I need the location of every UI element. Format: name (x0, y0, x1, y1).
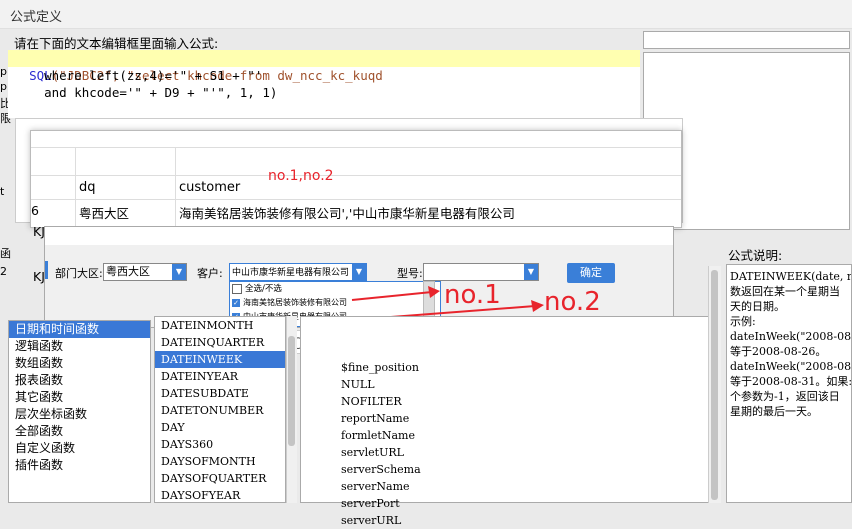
param-item[interactable]: $fine_position (341, 359, 421, 376)
category-item[interactable]: 自定义函数 (9, 440, 150, 457)
category-item[interactable]: 插件函数 (9, 457, 150, 474)
chevron-down-icon: ▼ (524, 264, 538, 280)
param-item[interactable]: reportName (341, 410, 421, 427)
confirm-button[interactable]: 确定 (567, 263, 615, 283)
scrollbar-thumb[interactable] (711, 270, 718, 500)
function-item[interactable]: DAYSOFQUARTER (155, 470, 285, 487)
edge-char: p (0, 65, 7, 78)
edge-char: 2 (0, 265, 7, 278)
function-item[interactable]: DAYS360 (155, 436, 285, 453)
param-list-scrollbar[interactable] (708, 266, 721, 503)
description-line: 天的日期。 (730, 300, 785, 313)
description-line: 等于2008-08-31。如果: (730, 375, 852, 388)
function-item[interactable]: DATESUBDATE (155, 385, 285, 402)
edge-char: 函 (0, 247, 11, 260)
description-line: 等于2008-08-26。 (730, 345, 827, 358)
checkbox-icon[interactable] (232, 283, 242, 294)
category-item[interactable]: 逻辑函数 (9, 338, 150, 355)
model-label: 型号: (397, 267, 423, 280)
customer-value: 中山市康华新星电器有限公司 (232, 268, 350, 278)
param-item[interactable]: NOFILTER (341, 393, 421, 410)
description-line: dateInWeek("2008-08- (730, 360, 852, 373)
function-item[interactable]: DAY (155, 419, 285, 436)
dept-label: 部门大区: (55, 267, 103, 280)
option-label: 全选/不选 (245, 284, 282, 294)
right-top-field[interactable] (643, 31, 850, 49)
code-line-2: where left(zz,4)='" + S1 + "' (14, 68, 263, 83)
description-line: DATEINWEEK(date, numb (730, 270, 851, 283)
dept-value: 粤西大区 (106, 265, 150, 278)
param-item[interactable]: NULL (341, 376, 421, 393)
window-title: 公式定义 (10, 10, 63, 25)
dept-select[interactable]: 粤西大区 ▼ (103, 263, 187, 281)
row-id: 6 (31, 203, 39, 218)
checkbox-checked-icon[interactable]: ✓ (232, 298, 240, 307)
function-item[interactable]: DATEINMONTH (155, 317, 285, 334)
param-items: $fine_position NULL NOFILTER reportName … (341, 359, 421, 529)
function-item[interactable]: DATETONUMBER (155, 402, 285, 419)
function-list: DATEINMONTH DATEINQUARTER DATEINWEEK DAT… (154, 316, 286, 503)
customer-label: 客户: (197, 267, 223, 280)
param-item[interactable]: serverPort (341, 495, 421, 512)
arrow-no2-head (531, 300, 544, 312)
category-item[interactable]: 日期和时间函数 (9, 321, 150, 338)
annotation-no1: no.1 (444, 280, 501, 310)
description-line: dateInWeek("2008-08- (730, 330, 852, 343)
function-item[interactable]: DAYSOFYEAR (155, 487, 285, 504)
category-item[interactable]: 其它函数 (9, 389, 150, 406)
function-list-scrollbar[interactable] (286, 316, 297, 503)
row-customer: 海南美铭居装饰装修有限公司','中山市康华新星电器有限公司 (179, 206, 515, 221)
function-item-selected[interactable]: DATEINWEEK (155, 351, 285, 368)
function-item[interactable]: DATEINQUARTER (155, 334, 285, 351)
option-label: 海南美铭居装饰装修有限公司 (243, 298, 347, 307)
description-title: 公式说明: (728, 248, 783, 263)
param-item[interactable]: formletName (341, 427, 421, 444)
category-item[interactable]: 报表函数 (9, 372, 150, 389)
description-panel: DATEINWEEK(date, numb 数返回在某一个星期当 天的日期。 示… (726, 264, 852, 503)
description-line: 数返回在某一个星期当 (730, 285, 840, 298)
category-list: 日期和时间函数 逻辑函数 数组函数 报表函数 其它函数 层次坐标函数 全部函数 … (8, 320, 151, 503)
description-line: 示例: (730, 315, 756, 328)
category-item[interactable]: 全部函数 (9, 423, 150, 440)
row-dq: 粤西大区 (79, 206, 130, 221)
param-list: $fine_position NULL NOFILTER reportName … (300, 316, 720, 527)
code-line-3: and khcode='" + D9 + "'", 1, 1) (14, 85, 278, 100)
model-select[interactable]: ▼ (423, 263, 539, 281)
category-item[interactable]: 层次坐标函数 (9, 406, 150, 423)
window-titlebar: 公式定义 (0, 0, 852, 29)
param-item[interactable]: serverURL (341, 512, 421, 529)
arrow-no1 (351, 291, 433, 301)
preview-grid: dq customer no.1,no.2 6 粤西大区 海南美铭居装饰装修有限… (30, 130, 682, 228)
category-item[interactable]: 数组函数 (9, 355, 150, 372)
col-header-dq: dq (79, 180, 96, 195)
description-line: 星期的最后一天。 (730, 405, 818, 418)
param-item[interactable]: serverName (341, 478, 421, 495)
edge-char: p (0, 80, 7, 93)
arrow-no1-head (428, 286, 440, 298)
annotation-no2: no.2 (544, 287, 601, 317)
col-header-customer: customer (179, 180, 241, 195)
scrollbar-thumb[interactable] (288, 336, 295, 446)
function-item[interactable]: DATEINYEAR (155, 368, 285, 385)
description-line: 个参数为-1，返回该日 (730, 390, 840, 403)
chevron-down-icon: ▼ (172, 264, 186, 280)
param-item[interactable]: servletURL (341, 444, 421, 461)
param-item[interactable]: serverSchema (341, 461, 421, 478)
function-item[interactable]: DAYSOFMONTH (155, 453, 285, 470)
chevron-down-icon: ▼ (352, 264, 366, 280)
edge-char: t (0, 185, 5, 198)
customer-select[interactable]: 中山市康华新星电器有限公司 ▼ (229, 263, 367, 281)
preview-annotation: no.1,no.2 (268, 168, 334, 184)
